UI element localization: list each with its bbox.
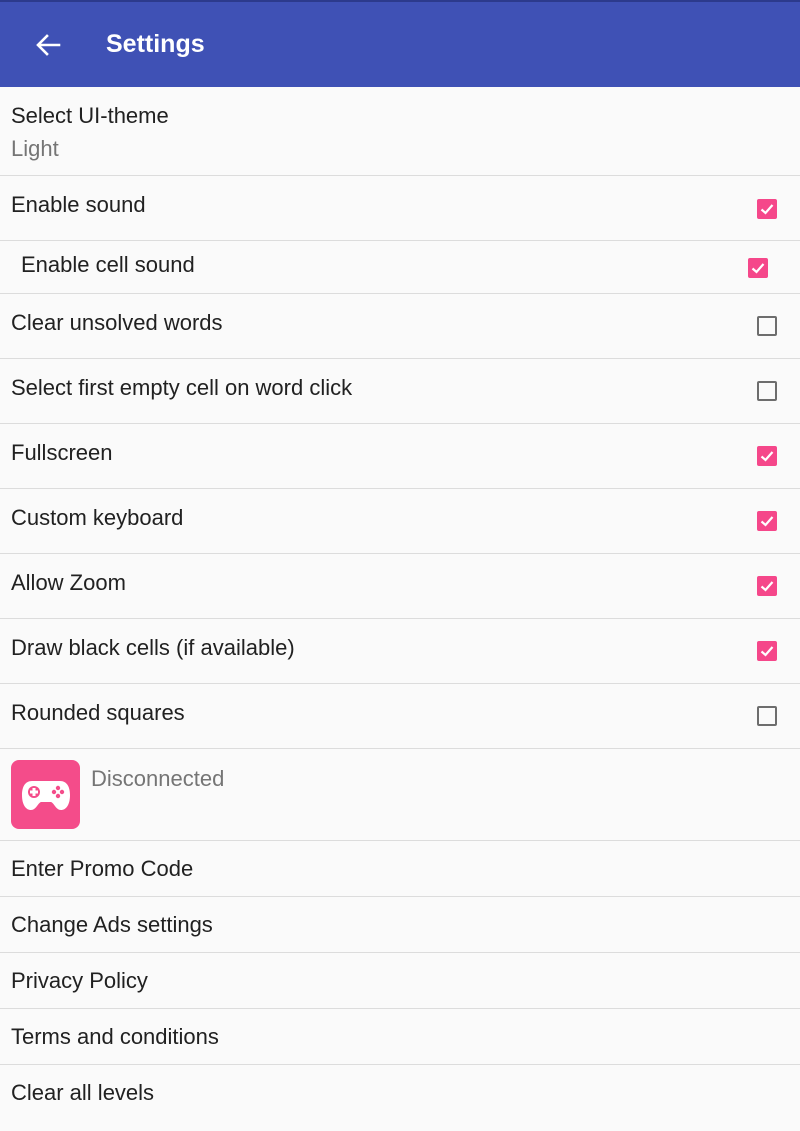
fullscreen-checkbox[interactable]	[757, 446, 777, 466]
enable-cell-sound-checkbox[interactable]	[748, 258, 768, 278]
setting-custom-keyboard[interactable]: Custom keyboard	[0, 489, 800, 554]
custom-keyboard-checkbox[interactable]	[757, 511, 777, 531]
setting-enable-cell-sound[interactable]: Enable cell sound	[0, 241, 800, 294]
check-icon	[760, 646, 774, 657]
setting-label: Select first empty cell on word click	[11, 375, 353, 400]
enter-promo-code-item[interactable]: Enter Promo Code	[0, 841, 800, 897]
setting-rounded-squares[interactable]: Rounded squares	[0, 684, 800, 749]
theme-setting[interactable]: Select UI-theme Light	[0, 87, 800, 176]
check-icon	[760, 204, 774, 215]
check-icon	[760, 516, 774, 527]
setting-label: Clear unsolved words	[11, 310, 223, 335]
setting-label: Custom keyboard	[11, 505, 184, 530]
setting-select-first-empty-cell[interactable]: Select first empty cell on word click	[0, 359, 800, 424]
theme-value: Light	[11, 136, 59, 161]
arrow-left-icon	[36, 33, 61, 56]
setting-label: Fullscreen	[11, 440, 113, 465]
allow-zoom-checkbox[interactable]	[757, 576, 777, 596]
item-label: Clear all levels	[11, 1080, 155, 1105]
enable-sound-checkbox[interactable]	[757, 199, 777, 219]
item-label: Terms and conditions	[11, 1024, 219, 1049]
check-icon	[751, 263, 765, 274]
gamepad-icon	[11, 760, 80, 829]
item-label: Change Ads settings	[11, 912, 213, 937]
play-games-row[interactable]: Disconnected	[0, 749, 800, 841]
item-label: Enter Promo Code	[11, 856, 194, 881]
setting-label: Enable cell sound	[21, 252, 195, 277]
draw-black-cells-checkbox[interactable]	[757, 641, 777, 661]
item-label: Privacy Policy	[11, 968, 148, 993]
clear-all-levels-item[interactable]: Clear all levels	[0, 1065, 800, 1131]
rounded-squares-checkbox[interactable]	[757, 706, 777, 726]
change-ads-settings-item[interactable]: Change Ads settings	[0, 897, 800, 953]
page-title: Settings	[106, 30, 205, 58]
setting-label: Allow Zoom	[11, 570, 126, 595]
setting-enable-sound[interactable]: Enable sound	[0, 176, 800, 241]
terms-and-conditions-item[interactable]: Terms and conditions	[0, 1009, 800, 1065]
check-icon	[760, 581, 774, 592]
privacy-policy-item[interactable]: Privacy Policy	[0, 953, 800, 1009]
setting-draw-black-cells[interactable]: Draw black cells (if available)	[0, 619, 800, 684]
connection-status: Disconnected	[91, 766, 225, 791]
select-first-empty-cell-checkbox[interactable]	[757, 381, 777, 401]
setting-label: Draw black cells (if available)	[11, 635, 295, 660]
check-icon	[760, 451, 774, 462]
setting-label: Rounded squares	[11, 700, 185, 725]
app-bar: Settings	[0, 0, 800, 87]
theme-label: Select UI-theme	[11, 103, 169, 128]
clear-unsolved-words-checkbox[interactable]	[757, 316, 777, 336]
setting-allow-zoom[interactable]: Allow Zoom	[0, 554, 800, 619]
settings-list: Select UI-theme Light Enable sound Enabl…	[0, 87, 800, 1131]
back-button[interactable]	[0, 1, 96, 88]
setting-fullscreen[interactable]: Fullscreen	[0, 424, 800, 489]
setting-label: Enable sound	[11, 192, 146, 217]
setting-clear-unsolved-words[interactable]: Clear unsolved words	[0, 294, 800, 359]
